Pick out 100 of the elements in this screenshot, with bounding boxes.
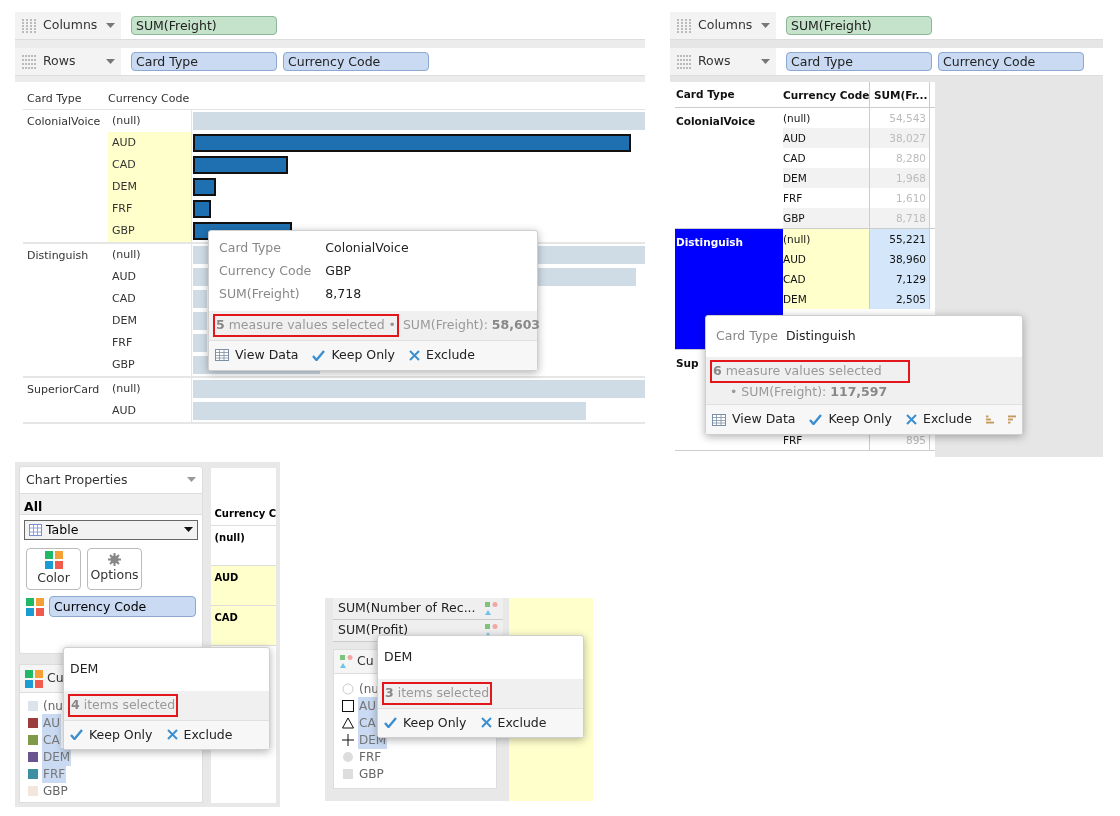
field-pill[interactable]: SUM(Freight) [786,16,932,35]
triangle-icon [342,716,354,729]
table-cell: AUD [210,566,276,606]
options-button[interactable]: Options [87,548,142,590]
keep-only-button[interactable]: Keep Only [70,725,153,745]
field-pill[interactable]: Currency Code [283,52,429,71]
caret-icon[interactable] [761,58,770,65]
settings-icon [108,553,121,567]
panel-title: Chart Properties [26,470,128,489]
color-button[interactable]: Color [26,548,81,590]
legend-item[interactable]: GBP [42,781,69,800]
table-cell: 2,505 [870,289,930,309]
bar[interactable] [193,200,212,218]
close-icon [906,414,917,426]
color-icon [44,550,63,569]
row-header: Sup [676,356,699,371]
caret-icon[interactable] [106,22,115,29]
tooltip-title: DEM [384,649,413,664]
field-pill[interactable]: SUM(Freight) [131,16,277,35]
field-pill[interactable]: SUM(Number of Rec... [333,598,503,620]
caret-icon[interactable] [106,58,115,65]
table-cell: CAD [210,606,276,646]
row-header: DEM [108,176,191,198]
table-icon [215,349,229,362]
circle-icon [342,682,354,695]
square-icon [342,699,354,712]
tooltip-label: SUM(Freight) [219,284,301,303]
row-header: FRF [108,198,191,220]
tooltip-value: GBP [325,261,353,280]
row-header: Distinguish [27,248,89,264]
close-icon [480,717,492,729]
shelf-label: Columns [43,16,98,35]
exclude-button[interactable]: Exclude [906,410,972,429]
row-header: ColonialVoice [676,114,756,129]
shape-legend-icon [339,655,353,668]
tooltip-label: Card Type [716,327,778,345]
tooltip-title: DEM [70,661,99,676]
sort-ascending-icon[interactable] [985,413,994,427]
legend-title: Cu [47,669,64,688]
column-header: Currency Code [108,91,191,108]
row-header: SuperiorCard [27,382,100,398]
keep-only-button[interactable]: Keep Only [809,410,892,429]
tooltip-value: ColonialVoice [325,239,410,257]
selection-count-highlight: 6 measure values selected [710,359,910,383]
row-header: AUD [108,132,191,154]
table-cell: GBP [783,208,870,228]
keep-only-button[interactable]: Keep Only [384,713,467,733]
selection-count-highlight: 5 measure values selected • [213,314,399,337]
columns-shelf-icon [21,17,37,34]
check-icon [809,414,823,426]
field-pill[interactable]: Currency Code [938,52,1084,71]
field-pill[interactable]: Currency Code [49,596,196,617]
legend-item[interactable]: FRF [358,747,383,766]
color-icon [26,597,44,616]
view-data-button[interactable]: View Data [215,346,299,365]
legend-item[interactable]: GBP [358,764,385,783]
column-header: Currency Code [783,82,870,107]
tooltip-value: Distinguish [785,327,856,345]
field-pill[interactable]: Card Type [131,52,277,71]
shelf-label: Rows [698,52,731,71]
table-icon [29,524,42,536]
table-icon [712,413,726,426]
selection-count-highlight: 4 items selected [68,693,179,717]
legend-item[interactable]: (nu [42,696,64,715]
sort-descending-icon[interactable] [1007,413,1016,427]
legend-title: Cu [357,652,374,671]
square-icon [342,767,354,780]
tooltip-label: Currency Code [219,261,312,280]
close-icon [409,349,420,361]
row-header: Distinguish [676,235,743,250]
exclude-button[interactable]: Exclude [409,346,475,365]
rows-shelf-icon [21,53,37,70]
section-label: All [24,499,43,514]
caret-icon[interactable] [186,477,196,483]
column-header: Card Type [675,86,736,102]
selection-count-highlight: 3 items selected [382,681,493,705]
shape-legend-icon [484,602,498,615]
tooltip-label: Card Type [219,239,282,257]
view-data-button[interactable]: View Data [712,410,796,429]
check-icon [70,729,83,741]
check-icon [312,349,326,361]
check-icon [384,717,397,729]
plus-icon [342,733,354,746]
row-header: ColonialVoice [27,114,101,130]
keep-only-button[interactable]: Keep Only [312,346,395,365]
field-pill[interactable]: Card Type [786,52,932,71]
circle-icon [342,750,354,763]
exclude-button[interactable]: Exclude [480,713,547,733]
chart-type-select[interactable]: Table [24,520,198,540]
table-cell: 7,129 [870,269,930,289]
caret-icon [183,527,193,533]
table-cell: 38,960 [870,249,930,269]
column-header: SUM(Fr... [870,82,930,107]
tooltip-value: 8,718 [325,284,363,303]
rows-shelf-icon [676,53,692,70]
row-header: GBP [108,220,191,242]
selection-sum: SUM(Freight): 58,603 [402,316,541,335]
caret-icon[interactable] [761,22,770,29]
exclude-button[interactable]: Exclude [166,725,233,745]
shelf-label: Columns [698,16,753,35]
